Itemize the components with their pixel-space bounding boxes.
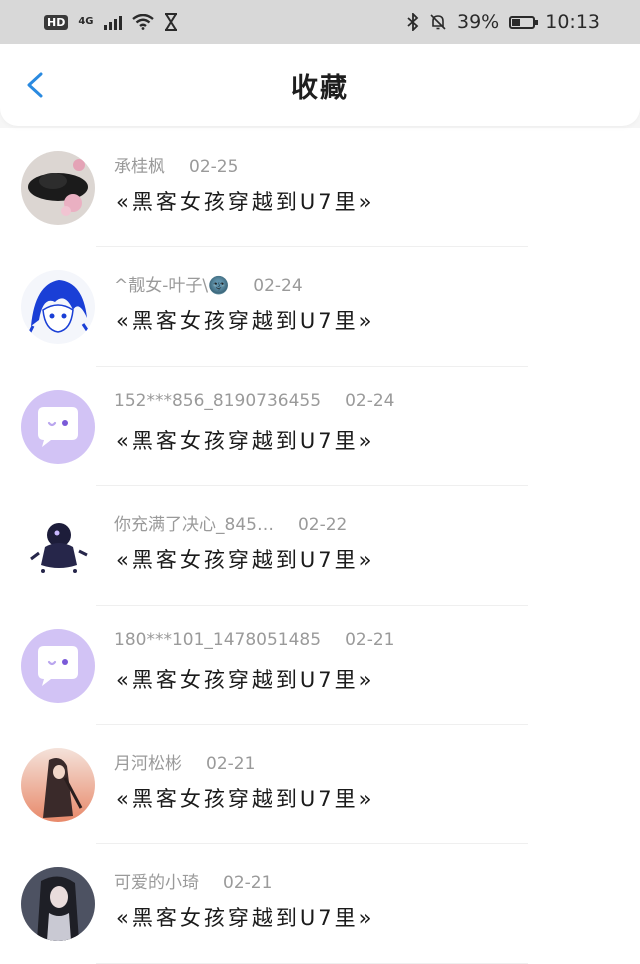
favorite-title[interactable]: «黑客女孩穿越到U7里» xyxy=(116,425,374,455)
favorite-title[interactable]: «黑客女孩穿越到U7里» xyxy=(116,544,374,574)
user-name[interactable]: ^靓女-叶子\🌚 xyxy=(114,276,229,296)
list-item[interactable]: 月河松彬 02-21 «黑客女孩穿越到U7里» xyxy=(0,725,640,845)
user-name[interactable]: 承桂枫 xyxy=(114,157,165,177)
clock: 10:13 xyxy=(545,11,600,33)
favorite-title[interactable]: «黑客女孩穿越到U7里» xyxy=(116,186,374,216)
date: 02-21 xyxy=(223,873,273,894)
favorite-title[interactable]: «黑客女孩穿越到U7里» xyxy=(116,664,374,694)
mute-bell-icon xyxy=(430,14,446,30)
battery-percent: 39% xyxy=(457,11,500,33)
list-item[interactable]: ^靓女-叶子\🌚 02-24 «黑客女孩穿越到U7里» xyxy=(0,247,640,368)
list-item[interactable]: 你充满了决心_845… 02-22 «黑客女孩穿越到U7里» xyxy=(0,486,640,606)
favorite-title[interactable]: «黑客女孩穿越到U7里» xyxy=(116,305,374,335)
item-meta: 月河松彬 02-21 xyxy=(114,749,255,774)
battery-icon xyxy=(509,15,539,29)
user-name[interactable]: 你充满了决心_845… xyxy=(114,515,274,535)
status-left: HD 4G xyxy=(44,13,178,31)
date: 02-24 xyxy=(345,390,395,411)
date: 02-21 xyxy=(345,629,395,650)
favorite-title[interactable]: «黑客女孩穿越到U7里» xyxy=(116,902,374,932)
avatar[interactable] xyxy=(21,389,95,464)
bluetooth-icon xyxy=(407,13,419,31)
user-name[interactable]: 月河松彬 xyxy=(114,754,182,774)
hourglass-icon xyxy=(164,13,177,31)
list-item[interactable]: 承桂枫 02-25 «黑客女孩穿越到U7里» xyxy=(0,128,640,248)
wifi-icon xyxy=(131,14,154,30)
item-meta: 你充满了决心_845… 02-22 xyxy=(114,510,347,535)
item-meta: 152***856_8190736455 02-24 xyxy=(114,391,394,411)
item-meta: 可爱的小琦 02-21 xyxy=(114,868,272,893)
date: 02-25 xyxy=(189,157,239,177)
favorites-list: 承桂枫 02-25 «黑客女孩穿越到U7里» ^靓女-叶子\🌚 02-24 «黑客女… xyxy=(0,128,640,964)
user-name[interactable]: 152***856_8190736455 xyxy=(114,391,321,411)
date: 02-21 xyxy=(206,753,256,774)
status-bar: HD 4G 39% 10:13 xyxy=(0,0,640,44)
avatar[interactable] xyxy=(21,151,95,225)
list-item[interactable]: 152***856_8190736455 02-24 «黑客女孩穿越到U7里» xyxy=(0,367,640,487)
avatar[interactable] xyxy=(21,628,95,703)
avatar[interactable] xyxy=(21,747,95,822)
avatar[interactable] xyxy=(21,509,95,584)
network-type: 4G xyxy=(78,16,94,27)
avatar[interactable] xyxy=(21,270,95,345)
status-right: 39% 10:13 xyxy=(407,11,600,33)
user-name[interactable]: 180***101_1478051485 xyxy=(114,630,321,650)
date: 02-24 xyxy=(253,276,303,297)
item-meta: ^靓女-叶子\🌚 02-24 xyxy=(114,271,303,296)
list-item[interactable]: 180***101_1478051485 02-21 «黑客女孩穿越到U7里» xyxy=(0,606,640,726)
favorite-title[interactable]: «黑客女孩穿越到U7里» xyxy=(116,783,374,813)
page-header: 收藏 xyxy=(0,44,640,126)
signal-icon xyxy=(103,14,122,30)
page-title: 收藏 xyxy=(291,73,349,104)
user-name[interactable]: 可爱的小琦 xyxy=(114,873,199,893)
hd-badge: HD xyxy=(44,14,69,30)
item-meta: 180***101_1478051485 02-21 xyxy=(114,630,394,650)
list-item[interactable]: 可爱的小琦 02-21 «黑客女孩穿越到U7里» xyxy=(0,844,640,964)
date: 02-22 xyxy=(297,515,348,536)
item-meta: 承桂枫 02-25 xyxy=(114,152,238,177)
avatar[interactable] xyxy=(21,867,95,942)
